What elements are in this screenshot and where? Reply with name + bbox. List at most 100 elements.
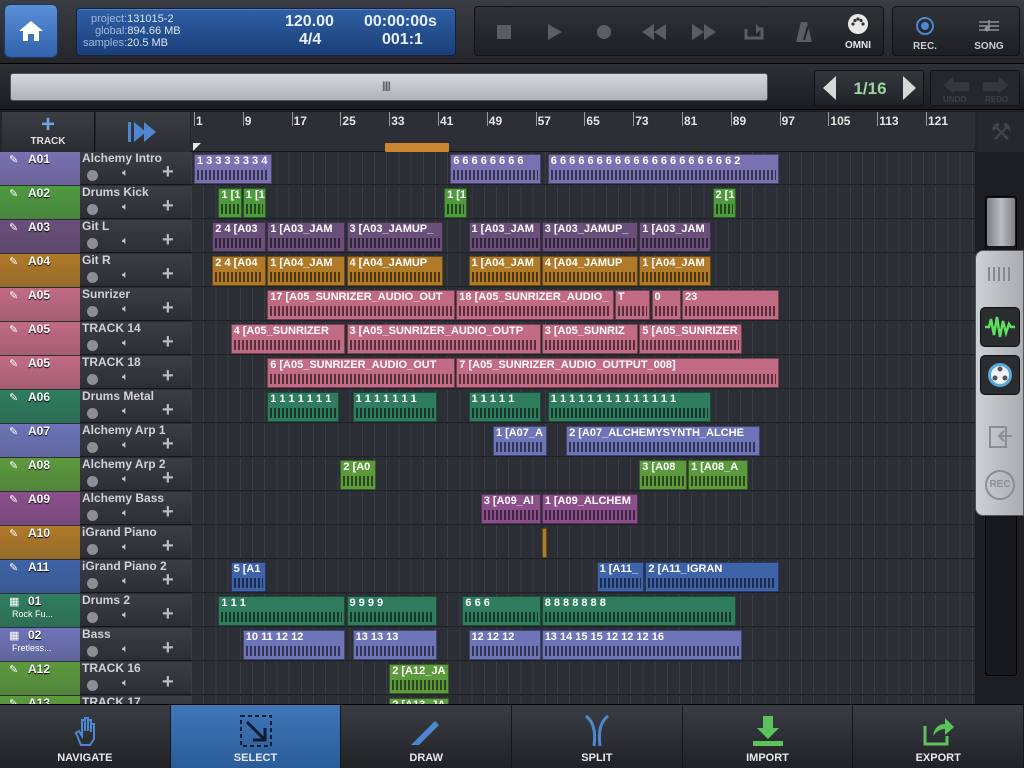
clip[interactable]: 8 8 8 8 8 8 8 [541, 596, 736, 626]
speaker-icon[interactable]: 🔈︎ [122, 575, 129, 588]
clip[interactable]: 1 [A03_JAM [267, 222, 346, 252]
play-button[interactable] [541, 19, 567, 45]
track-name[interactable]: TRACK 17 [82, 695, 188, 704]
clip[interactable]: 4 [A04_JAMUP [541, 256, 639, 286]
loop-region-marker[interactable] [385, 143, 449, 152]
volume-knob[interactable] [87, 374, 98, 385]
track-lane[interactable]: 1 [A07_A 2 [A07_ALCHEMYSYNTH_ALCHE [191, 424, 975, 457]
volume-knob[interactable] [87, 476, 98, 487]
clip[interactable]: 2 [A12_JA [389, 664, 450, 694]
speaker-icon[interactable]: 🔈︎ [122, 609, 129, 622]
redo-button[interactable]: REDO [977, 71, 1017, 105]
clip[interactable]: 17 [A05_SUNRIZER_AUDIO_OUT [267, 290, 456, 320]
clip[interactable]: 1 [1 [242, 188, 267, 218]
clip[interactable]: 3 [A05_SUNRIZ [541, 324, 639, 354]
edit-pen-icon[interactable]: ✎ [9, 697, 23, 704]
clip[interactable]: 1 [A09_ALCHEM [541, 494, 639, 524]
select-tool-button[interactable]: SELECT [170, 705, 342, 768]
clip[interactable]: 4 [A04_JAMUP [346, 256, 444, 286]
timeline-ruler[interactable]: 1 9 17 25 33 41 49 57 65 73 81 89 97 105 113 121 [191, 112, 975, 152]
clip[interactable]: 5 [A1 [230, 562, 267, 592]
edit-pen-icon[interactable]: ✎ [9, 493, 23, 507]
track-color-tab[interactable]: ✎ A07 [0, 424, 80, 457]
input-button[interactable] [980, 417, 1020, 457]
edit-pen-icon[interactable]: ✎ [9, 391, 23, 405]
home-button[interactable] [4, 4, 58, 58]
follow-playhead-button[interactable] [96, 112, 190, 152]
vertical-scroll-thumb[interactable] [987, 198, 1015, 246]
clip[interactable]: 1 1 1 1 1 [468, 392, 541, 422]
clip[interactable]: 1 [A04_JAM [468, 256, 541, 286]
add-clip-button[interactable]: + [162, 570, 174, 590]
clip[interactable]: 3 [A03_JAMUP_ [541, 222, 639, 252]
add-clip-button[interactable]: + [162, 366, 174, 386]
track-lane[interactable]: 2 [A0 3 [A08 1 [A08_A [191, 458, 975, 491]
track-lane[interactable] [191, 526, 975, 559]
clip[interactable] [541, 528, 547, 558]
edit-pen-icon[interactable]: ✎ [9, 357, 23, 371]
track-lane[interactable]: 1 [1 1 [1 1 [1 2 [1 [191, 186, 975, 219]
volume-knob[interactable] [87, 306, 98, 317]
edit-pen-icon[interactable]: ✎ [9, 289, 23, 303]
volume-knob[interactable] [87, 680, 98, 691]
clip[interactable]: 23 [682, 290, 779, 320]
tempo-value[interactable]: 120.00 [285, 13, 334, 31]
edit-pen-icon[interactable]: ✎ [9, 323, 23, 337]
add-clip-button[interactable]: + [162, 230, 174, 250]
clip[interactable]: 2 [A0 [340, 460, 376, 490]
edit-pen-icon[interactable]: ✎ [9, 663, 23, 677]
add-track-button[interactable]: + TRACK [2, 112, 95, 152]
clip[interactable]: 1 1 1 1 1 1 1 1 1 1 1 1 1 1 [547, 392, 712, 422]
edit-pen-icon[interactable]: ✎ [9, 221, 23, 235]
speaker-icon[interactable]: 🔈︎ [122, 167, 129, 180]
clip[interactable]: 13 14 15 15 12 12 12 16 [541, 630, 742, 660]
clip[interactable]: 6 6 6 [462, 596, 541, 626]
clip[interactable]: 2 4 [A04 [212, 256, 267, 286]
speaker-icon[interactable]: 🔈︎ [122, 643, 129, 656]
volume-knob[interactable] [87, 442, 98, 453]
track-lane[interactable]: 17 [A05_SUNRIZER_AUDIO_OUT 18 [A05_SUNRIZ… [191, 288, 975, 321]
edit-pen-icon[interactable]: ✎ [9, 561, 23, 575]
scroll-grip-icon[interactable]: ||||| [371, 81, 401, 93]
clip[interactable]: 0 [651, 290, 681, 320]
clip[interactable]: 5 [A05_SUNRIZER [639, 324, 742, 354]
clip[interactable]: 1 1 1 1 1 1 1 [267, 392, 340, 422]
song-overview-scroller[interactable]: ||||| [10, 73, 768, 101]
clip[interactable]: 1 [A03_JAM [468, 222, 541, 252]
clip[interactable]: 2 [A07_ALCHEMYSYNTH_ALCHE [566, 426, 761, 456]
track-color-tab[interactable]: ✎ A01 [0, 152, 80, 185]
track-lane[interactable]: 5 [A1 1 [A11_ 2 [A11_IGRAN [191, 560, 975, 593]
clip[interactable]: 6 [A05_SUNRIZER_AUDIO_OUT [267, 358, 456, 388]
track-color-tab[interactable]: ✎ A04 [0, 254, 80, 287]
song-mode-button[interactable]: SONG [957, 7, 1021, 57]
volume-knob[interactable] [87, 612, 98, 623]
clip[interactable]: 3 [A08 [639, 460, 688, 490]
clip[interactable]: 18 [A05_SUNRIZER_AUDIO_ [456, 290, 614, 320]
clip[interactable]: 1 [1 [218, 188, 242, 218]
export-tool-button[interactable]: EXPORT [853, 705, 1024, 768]
draw-tool-button[interactable]: DRAW [341, 705, 513, 768]
instrument-icon[interactable]: ▦ [9, 595, 23, 609]
clip[interactable]: 1 [A07_A [492, 426, 547, 456]
volume-knob[interactable] [87, 544, 98, 555]
volume-knob[interactable] [87, 408, 98, 419]
clip[interactable]: 1 [1 [444, 188, 468, 218]
track-color-tab[interactable]: ✎ A11 [0, 560, 80, 593]
rec-mode-button[interactable]: REC. [893, 7, 957, 57]
clip[interactable]: 2 [1 [712, 188, 736, 218]
add-clip-button[interactable]: + [162, 536, 174, 556]
edit-pen-icon[interactable]: ✎ [9, 255, 23, 269]
panel-grip-icon[interactable] [988, 267, 1012, 281]
clip[interactable]: 1 1 1 [218, 596, 346, 626]
add-clip-button[interactable]: + [162, 332, 174, 352]
volume-knob[interactable] [87, 510, 98, 521]
volume-knob[interactable] [87, 578, 98, 589]
speaker-icon[interactable]: 🔈︎ [122, 677, 129, 690]
add-clip-button[interactable]: + [162, 196, 174, 216]
track-lane[interactable]: 2 [A13_JA [191, 696, 975, 704]
track-color-tab[interactable]: ✎ A05 [0, 356, 80, 389]
track-lane[interactable]: 2 4 [A04 1 [A04_JAM 4 [A04_JAMUP 1 [A04_JAM… [191, 254, 975, 287]
navigate-tool-button[interactable]: NAVIGATE [0, 705, 171, 768]
speaker-icon[interactable]: 🔈︎ [122, 235, 129, 248]
edit-pen-icon[interactable]: ✎ [9, 153, 23, 167]
